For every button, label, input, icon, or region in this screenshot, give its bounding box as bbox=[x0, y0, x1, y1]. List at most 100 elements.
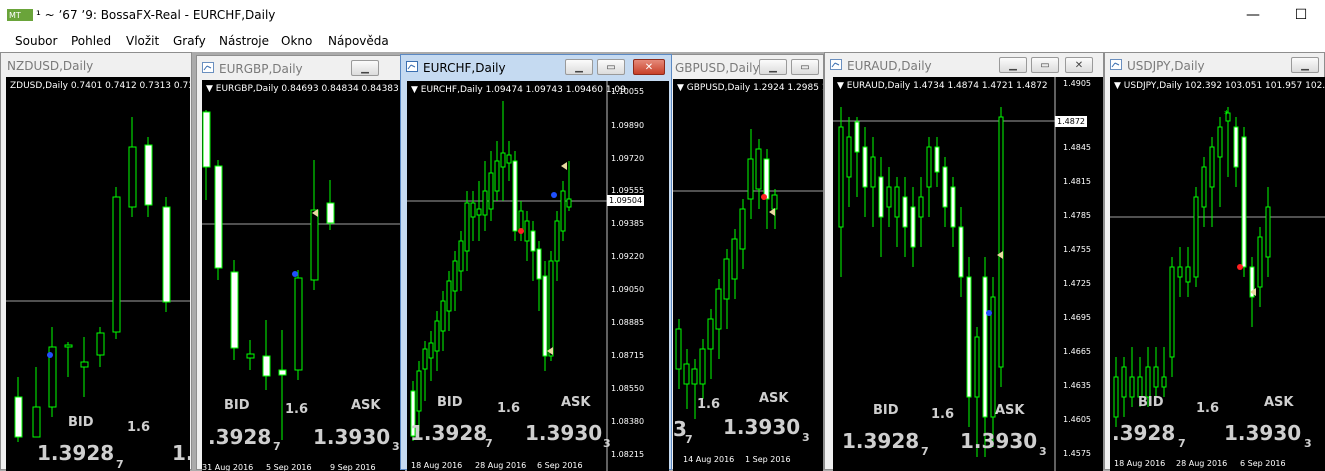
time-tick: 18 Aug 2016 bbox=[1114, 459, 1166, 468]
price-tick: 1.09220 bbox=[611, 252, 645, 261]
chart-symbol-info: ZDUSD,Daily 0.7401 0.7412 0.7313 0.732 bbox=[10, 81, 190, 91]
price-tick: 1.4695 bbox=[1063, 313, 1091, 322]
chart-caption-title: EURCHF,Daily bbox=[423, 61, 506, 75]
ask-label: ASK bbox=[351, 398, 381, 413]
restore-icon: ▭ bbox=[606, 61, 616, 73]
ask-label: ASK bbox=[561, 395, 591, 410]
minimize-button[interactable]: — bbox=[1238, 4, 1268, 26]
window-close-button[interactable]: ✕ bbox=[1065, 57, 1093, 73]
ask-price: 1.3930 bbox=[525, 421, 603, 445]
chart-window-eurgbp[interactable]: EURGBP,Daily ▁ ▼ EURGBP,Daily 0.84693 0.… bbox=[196, 55, 405, 471]
ask-price: 1.3930 bbox=[313, 425, 391, 449]
mdi-workspace: NZDUSD,Daily ZDUSD,Daily 0.7401 0.7412 0… bbox=[0, 52, 1325, 471]
window-restore-button[interactable]: ▭ bbox=[597, 59, 625, 75]
price-tick: 1.4755 bbox=[1063, 245, 1091, 254]
bid-label: BID bbox=[873, 403, 899, 418]
time-tick: 1 Sep 2016 bbox=[745, 455, 791, 464]
chart-window-euraud[interactable]: EURAUD,Daily ▁ ▭ ✕ ▼ EURAUD,Daily 1.4734… bbox=[824, 52, 1104, 471]
chart-area[interactable]: ▼ EURGBP,Daily 0.84693 0.84834 0.84383 0… bbox=[202, 80, 405, 471]
minimize-icon: ▁ bbox=[769, 61, 777, 73]
price-tick: 1.08885 bbox=[611, 318, 645, 327]
chart-caption-title: NZDUSD,Daily bbox=[7, 59, 94, 73]
chart-area[interactable]: ▼ EURAUD,Daily 1.4734 1.4874 1.4721 1.48… bbox=[833, 77, 1103, 471]
spread-value: 1.6 bbox=[497, 401, 521, 416]
spread-value: 1.6 bbox=[1196, 401, 1220, 416]
chart-area[interactable]: ▼ GBPUSD,Daily 1.2924 1.2985 1.2923 1.29… bbox=[673, 79, 823, 471]
window-minimize-button[interactable]: ▁ bbox=[351, 60, 379, 76]
chart-caption[interactable]: EURGBP,Daily ▁ bbox=[197, 56, 403, 80]
chart-window-icon bbox=[1110, 59, 1122, 70]
ask-price-digit: 3 bbox=[1039, 445, 1047, 458]
bid-price: .3928 bbox=[1112, 421, 1176, 445]
window-minimize-button[interactable]: ▁ bbox=[759, 59, 787, 75]
window-close-button[interactable]: ✕ bbox=[633, 59, 665, 75]
bid-label: BID bbox=[224, 398, 250, 413]
chart-caption[interactable]: USDJPY,Daily ▁ bbox=[1105, 53, 1324, 77]
maximize-button[interactable]: ☐ bbox=[1286, 4, 1316, 26]
window-minimize-button[interactable]: ▁ bbox=[1291, 57, 1319, 73]
time-tick: 14 Aug 2016 bbox=[683, 455, 735, 464]
chart-window-eurchf[interactable]: EURCHF,Daily ▁ ▭ ✕ ▼ EURCHF,Daily 1.0947… bbox=[400, 54, 672, 471]
window-maximize-button[interactable]: ▭ bbox=[1031, 57, 1059, 73]
chart-caption[interactable]: GBPUSD,Daily ▁ ▭ bbox=[669, 55, 823, 79]
price-tick: 1.09555 bbox=[611, 186, 645, 195]
menu-bar: Soubor Pohled Vložit Grafy Nástroje Okno… bbox=[0, 31, 1325, 52]
chart-caption[interactable]: EURAUD,Daily ▁ ▭ ✕ bbox=[825, 53, 1103, 77]
bid-price: .3928 bbox=[208, 425, 272, 449]
price-tick: 1.08215 bbox=[611, 450, 645, 459]
menu-vlozit[interactable]: Vložit bbox=[126, 34, 159, 48]
chart-window-icon bbox=[202, 62, 214, 73]
menu-pohled[interactable]: Pohled bbox=[71, 34, 111, 48]
menu-grafy[interactable]: Grafy bbox=[173, 34, 206, 48]
svg-text:MT: MT bbox=[9, 11, 21, 20]
price-tick: 1.4575 bbox=[1063, 449, 1091, 458]
window-maximize-button[interactable]: ▭ bbox=[791, 59, 819, 75]
bid-label: BID bbox=[437, 395, 463, 410]
chart-symbol-info: ▼ USDJPY,Daily 102.392 103.051 101.957 1… bbox=[1114, 81, 1325, 91]
price-tick: 1.08715 bbox=[611, 351, 645, 360]
ask-price-digit: 3 bbox=[802, 431, 810, 444]
ask-price: 1.3930 bbox=[960, 429, 1038, 453]
app-logo-icon: MT bbox=[7, 9, 33, 21]
ask-label: ASK bbox=[1264, 395, 1294, 410]
chart-window-nzdusd[interactable]: NZDUSD,Daily ZDUSD,Daily 0.7401 0.7412 0… bbox=[0, 52, 192, 471]
spread-value: 1.6 bbox=[127, 420, 151, 435]
chart-area[interactable]: * ▼ USDJPY,Daily 102.392 103.051 101.957… bbox=[1110, 77, 1325, 471]
current-price-box: 1.4872 bbox=[1055, 116, 1087, 127]
chart-caption-title: GBPUSD,Daily bbox=[675, 61, 760, 75]
price-tick: 1.4905 bbox=[1063, 79, 1091, 88]
time-tick: 28 Aug 2016 bbox=[1176, 459, 1228, 468]
chart-caption[interactable]: EURCHF,Daily ▁ ▭ ✕ bbox=[401, 55, 671, 79]
spread-value: 1.6 bbox=[697, 397, 721, 412]
window-minimize-button[interactable]: ▁ bbox=[565, 59, 593, 75]
close-icon: ✕ bbox=[644, 61, 654, 73]
app-titlebar: MT ¹ ~ ʼ67 ʼ9: BossaFX-Real - EURCHF,Dai… bbox=[0, 0, 1325, 31]
maximize-icon: ▭ bbox=[800, 61, 810, 73]
chart-caption[interactable]: NZDUSD,Daily bbox=[1, 53, 191, 77]
chart-window-gbpusd[interactable]: GBPUSD,Daily ▁ ▭ ▼ GBPUSD,Daily 1.2924 1… bbox=[668, 54, 824, 471]
chart-window-usdjpy[interactable]: USDJPY,Daily ▁ * ▼ USDJPY,Daily 102.392 … bbox=[1104, 52, 1325, 471]
chart-symbol-info: ▼ EURGBP,Daily 0.84693 0.84834 0.84383 0… bbox=[206, 84, 405, 94]
chart-symbol-info: ▼ EURAUD,Daily 1.4734 1.4874 1.4721 1.48… bbox=[837, 81, 1048, 91]
window-minimize-button[interactable]: ▁ bbox=[999, 57, 1027, 73]
menu-nastroje[interactable]: Nástroje bbox=[219, 34, 269, 48]
candles-gbpusd bbox=[673, 129, 823, 419]
menu-soubor[interactable]: Soubor bbox=[15, 34, 57, 48]
chart-caption-title: EURAUD,Daily bbox=[847, 59, 932, 73]
ask-price: 1.3930 bbox=[1224, 421, 1302, 445]
chart-caption-title: EURGBP,Daily bbox=[219, 62, 303, 76]
bid-price-digit: 7 bbox=[921, 445, 929, 458]
chart-area[interactable]: ▼ EURCHF,Daily 1.09474 1.09743 1.09460 1… bbox=[407, 81, 669, 471]
minimize-icon: ▁ bbox=[1009, 59, 1017, 71]
bid-price: 1.3928 bbox=[37, 441, 115, 465]
bid-price-digit: 7 bbox=[1178, 437, 1186, 450]
menu-napoveda[interactable]: Nápověda bbox=[328, 34, 389, 48]
time-tick: 28 Aug 2016 bbox=[475, 461, 527, 470]
time-tick: 6 Sep 2016 bbox=[537, 461, 583, 470]
chart-window-icon bbox=[830, 59, 842, 70]
chart-area[interactable]: ZDUSD,Daily 0.7401 0.7412 0.7313 0.732 B… bbox=[6, 77, 190, 471]
menu-okno[interactable]: Okno bbox=[281, 34, 312, 48]
time-tick: 18 Aug 2016 bbox=[411, 461, 463, 470]
bid-price-digit: 7 bbox=[485, 437, 493, 450]
bid-price-digit: 7 bbox=[273, 440, 281, 453]
